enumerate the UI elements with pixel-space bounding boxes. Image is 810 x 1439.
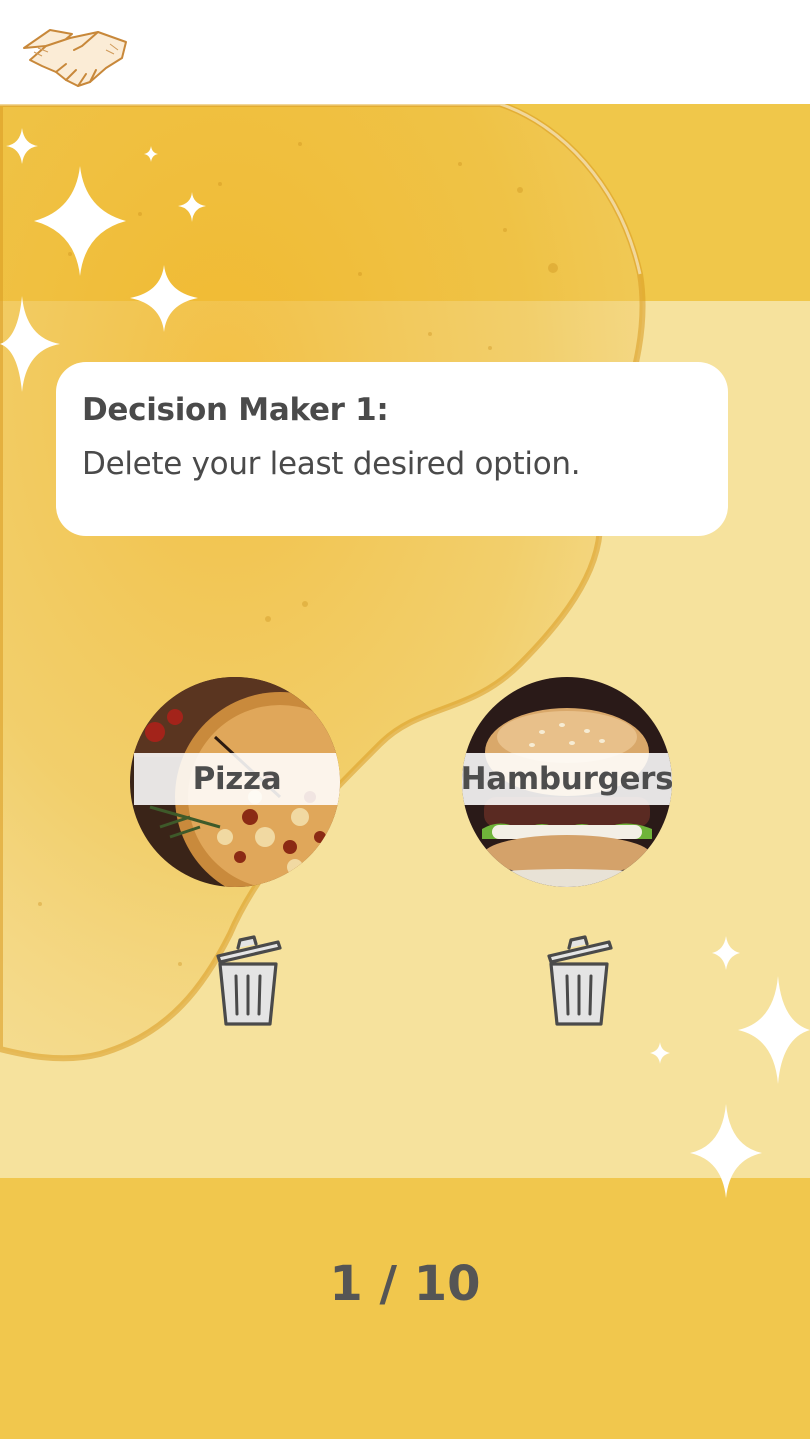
handshake-icon[interactable] — [20, 24, 132, 90]
app-header — [0, 0, 810, 104]
trash-icon[interactable] — [212, 934, 284, 1028]
option-label-hamburgers: Hamburgers — [462, 753, 672, 805]
footer-bar: 1 / 10 — [0, 1178, 810, 1439]
option-pizza[interactable]: Pizza — [130, 677, 340, 887]
honey-background — [0, 104, 810, 1178]
option-hamburgers[interactable]: Hamburgers — [462, 677, 672, 887]
option-label-pizza: Pizza — [134, 753, 340, 805]
trash-icon[interactable] — [543, 934, 615, 1028]
instruction-card: Decision Maker 1: Delete your least desi… — [56, 362, 728, 536]
instruction-text: Delete your least desired option. — [82, 446, 581, 482]
decision-maker-title: Decision Maker 1: — [82, 392, 389, 428]
progress-counter: 1 / 10 — [329, 1256, 481, 1312]
honey-splash — [0, 104, 646, 1062]
